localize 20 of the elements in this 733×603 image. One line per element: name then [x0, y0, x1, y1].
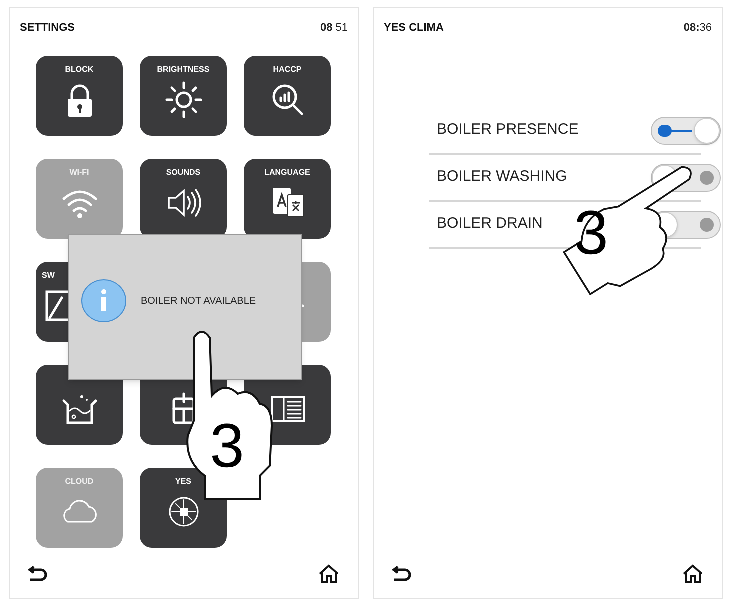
home-icon[interactable] — [682, 564, 704, 584]
settings-tile[interactable]: BRIGHTNESS — [140, 56, 227, 136]
settings-tile[interactable]: BLOCK — [36, 56, 123, 136]
settings-tile[interactable]: HACCP — [244, 56, 331, 136]
settings-tile[interactable]: LANGUAGE — [244, 159, 331, 239]
sun-icon — [164, 80, 204, 120]
clock-time: 08 51 — [320, 20, 348, 36]
option-label: BOILER PRESENCE — [436, 120, 579, 140]
option-label: BOILER WASHING — [436, 167, 568, 188]
back-icon[interactable] — [392, 566, 412, 582]
clock-time: 08:36 — [684, 20, 712, 36]
step-number: 3 — [574, 203, 608, 265]
screen-title: YES CLIMA — [384, 20, 444, 36]
home-icon[interactable] — [318, 564, 340, 584]
info-icon — [81, 279, 127, 323]
back-icon[interactable] — [28, 566, 48, 582]
toggle-switch[interactable] — [651, 116, 721, 144]
dialog-message: BOILER NOT AVAILABLE — [141, 294, 256, 308]
option-label: BOILER DRAIN — [436, 214, 543, 234]
screen-title: SETTINGS — [20, 20, 76, 36]
